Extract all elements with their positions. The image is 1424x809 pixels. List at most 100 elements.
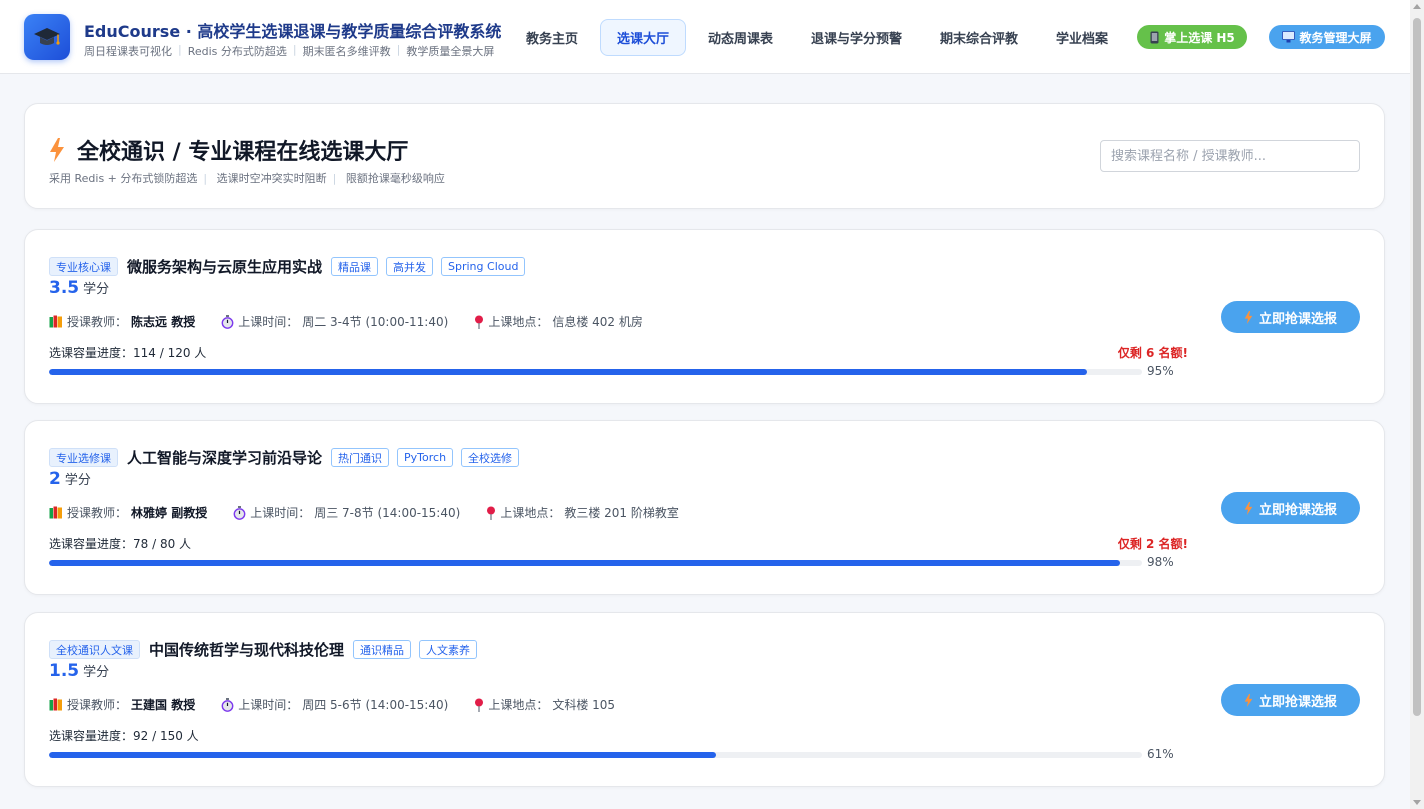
scroll-down-icon[interactable]: [1413, 800, 1421, 805]
grab-course-button[interactable]: 立即抢课选报: [1221, 301, 1360, 333]
pin-icon: [475, 315, 484, 329]
time-value: 周三 7-8节 (14:00-15:40): [314, 506, 461, 520]
capacity-progress-fill: [49, 369, 1088, 375]
capacity-progress-fill: [49, 560, 1121, 566]
logo[interactable]: [24, 14, 70, 60]
credit-value: 3.5: [49, 278, 80, 298]
lightning-icon: [1244, 693, 1253, 707]
grab-course-label: 立即抢课选报: [1258, 694, 1337, 710]
course-type-badge: 全校通识人文课: [49, 640, 140, 659]
location-value: 文科楼 105: [552, 698, 616, 712]
course-card: 专业核心课 微服务架构与云原生应用实战 精品课 高并发 Spring Cloud 3…: [24, 229, 1385, 404]
top-header: EduCourse · 高校学生选课退课与教学质量综合评教系统 周日程课表可视化…: [0, 0, 1410, 74]
phone-icon: [1150, 31, 1159, 43]
teacher-label: 授课教师：: [67, 506, 128, 520]
capacity-label: 选课容量进度：: [49, 729, 134, 743]
time-label: 上课时间：: [238, 315, 299, 329]
credit-unit: 学分: [64, 473, 91, 488]
teacher-name: 王建国 教授: [131, 698, 196, 712]
course-tag: 全校选修: [461, 448, 520, 467]
admin-dashboard-button[interactable]: 教务管理大屏: [1269, 25, 1385, 49]
time-value: 周四 5-6节 (14:00-15:40): [302, 698, 449, 712]
capacity-value: 78 / 80 人: [133, 537, 192, 551]
course-tag: 高并发: [386, 257, 434, 276]
grab-course-label: 立即抢课选报: [1258, 502, 1337, 518]
feature-text: 周日程课表可视化: [84, 45, 172, 58]
location-info: 上课地点： 信息楼 402 机房: [474, 313, 643, 330]
course-credit: 3.5 学分: [49, 278, 109, 298]
capacity-label: 选课容量进度：: [49, 346, 134, 360]
teacher-info: 授课教师： 林雅婷 副教授: [49, 504, 207, 521]
nav-drop-credit-warning[interactable]: 退课与学分预警: [811, 28, 902, 47]
admin-dashboard-label: 教务管理大屏: [1299, 30, 1372, 45]
stopwatch-icon: [221, 697, 234, 712]
capacity-percent: 98%: [1147, 555, 1174, 569]
hall-features: 采用 Redis + 分布式锁防超选 | 选课时空冲突实时阻断 | 限额抢课毫秒级响…: [49, 172, 445, 185]
nav-course-hall[interactable]: 选课大厅: [600, 19, 686, 56]
course-hall-panel: 全校通识 / 专业课程在线选课大厅 采用 Redis + 分布式锁防超选 | 选课…: [24, 103, 1385, 209]
course-credit: 1.5 学分: [49, 661, 109, 681]
teacher-label: 授课教师：: [67, 698, 128, 712]
location-label: 上课地点：: [488, 698, 549, 712]
location-label: 上课地点：: [488, 315, 549, 329]
books-icon: [49, 315, 62, 328]
mobile-h5-button[interactable]: 掌上选课 H5: [1137, 25, 1247, 49]
credit-unit: 学分: [83, 665, 110, 680]
nav-home[interactable]: 教务主页: [526, 28, 578, 47]
course-tag: 精品课: [331, 257, 379, 276]
course-type-badge: 专业选修课: [49, 448, 118, 467]
course-tag: Spring Cloud: [441, 257, 526, 276]
course-header: 全校通识人文课 中国传统哲学与现代科技伦理 通识精品 人文素养: [49, 639, 478, 660]
capacity-percent: 95%: [1147, 364, 1174, 378]
time-label: 上课时间：: [250, 506, 311, 520]
scroll-up-icon[interactable]: [1413, 4, 1421, 9]
credit-value: 2: [49, 469, 61, 489]
page-scrollbar[interactable]: [1410, 0, 1424, 809]
course-tag: 人文素养: [419, 640, 478, 659]
course-header: 专业核心课 微服务架构与云原生应用实战 精品课 高并发 Spring Cloud: [49, 256, 526, 277]
capacity-progress-bar: [49, 752, 1142, 758]
course-tag: 热门通识: [331, 448, 390, 467]
hall-feature-text: 选课时空冲突实时阻断: [216, 172, 327, 185]
credit-unit: 学分: [83, 282, 110, 297]
time-info: 上课时间： 周三 7-8节 (14:00-15:40): [233, 504, 460, 521]
capacity-progress-label: 选课容量进度：114 / 120 人: [49, 344, 206, 361]
hall-feature-text: 限额抢课毫秒级响应: [345, 172, 445, 185]
capacity-value: 114 / 120 人: [133, 346, 207, 360]
lightning-icon: [50, 138, 64, 162]
grab-course-button[interactable]: 立即抢课选报: [1221, 492, 1360, 524]
feature-text: 期末匿名多维评教: [302, 45, 391, 58]
course-meta: 授课教师：王建国 教授 上课时间：周四 5-6节 (14:00-15:40): [49, 696, 641, 713]
nav-weekly-schedule[interactable]: 动态周课表: [708, 28, 773, 47]
monitor-icon: [1282, 31, 1296, 43]
nav-final-evaluation[interactable]: 期末综合评教: [940, 28, 1018, 47]
graduation-cap-icon: [34, 28, 60, 45]
course-meta: 授课教师：陈志远 教授 上课时间：周二 3-4节 (10:00-11:40): [49, 313, 669, 330]
hall-feature-text: 采用 Redis + 分布式锁防超选: [49, 172, 198, 185]
course-tag: PyTorch: [397, 448, 454, 467]
course-name[interactable]: 中国传统哲学与现代科技伦理: [149, 639, 344, 660]
lightning-icon: [1244, 310, 1253, 324]
nav-academic-records[interactable]: 学业档案: [1056, 28, 1108, 47]
hall-title-text: 全校通识 / 专业课程在线选课大厅: [77, 140, 409, 165]
capacity-percent: 61%: [1147, 747, 1174, 761]
course-name[interactable]: 人工智能与深度学习前沿导论: [127, 447, 322, 468]
course-search-input[interactable]: [1100, 140, 1360, 172]
course-tag: 通识精品: [353, 640, 412, 659]
mobile-h5-label: 掌上选课 H5: [1164, 30, 1235, 45]
capacity-progress-fill: [49, 752, 716, 758]
remaining-seats-warning: 仅剩 6 名额!: [1117, 346, 1188, 360]
pin-icon: [487, 506, 496, 520]
course-credit: 2 学分: [49, 469, 91, 489]
capacity-progress-bar: [49, 369, 1142, 375]
time-info: 上课时间： 周四 5-6节 (14:00-15:40): [221, 696, 448, 713]
grab-course-button[interactable]: 立即抢课选报: [1221, 684, 1360, 716]
grab-course-label: 立即抢课选报: [1258, 311, 1337, 327]
course-name[interactable]: 微服务架构与云原生应用实战: [127, 256, 322, 277]
time-value: 周二 3-4节 (10:00-11:40): [302, 315, 449, 329]
scroll-thumb[interactable]: [1413, 18, 1421, 716]
capacity-progress-bar: [49, 560, 1142, 566]
teacher-name: 林雅婷 副教授: [131, 506, 208, 520]
remaining-seats-warning: 仅剩 2 名额!: [1117, 537, 1188, 551]
app-title: EduCourse · 高校学生选课退课与教学质量综合评教系统: [84, 22, 502, 41]
